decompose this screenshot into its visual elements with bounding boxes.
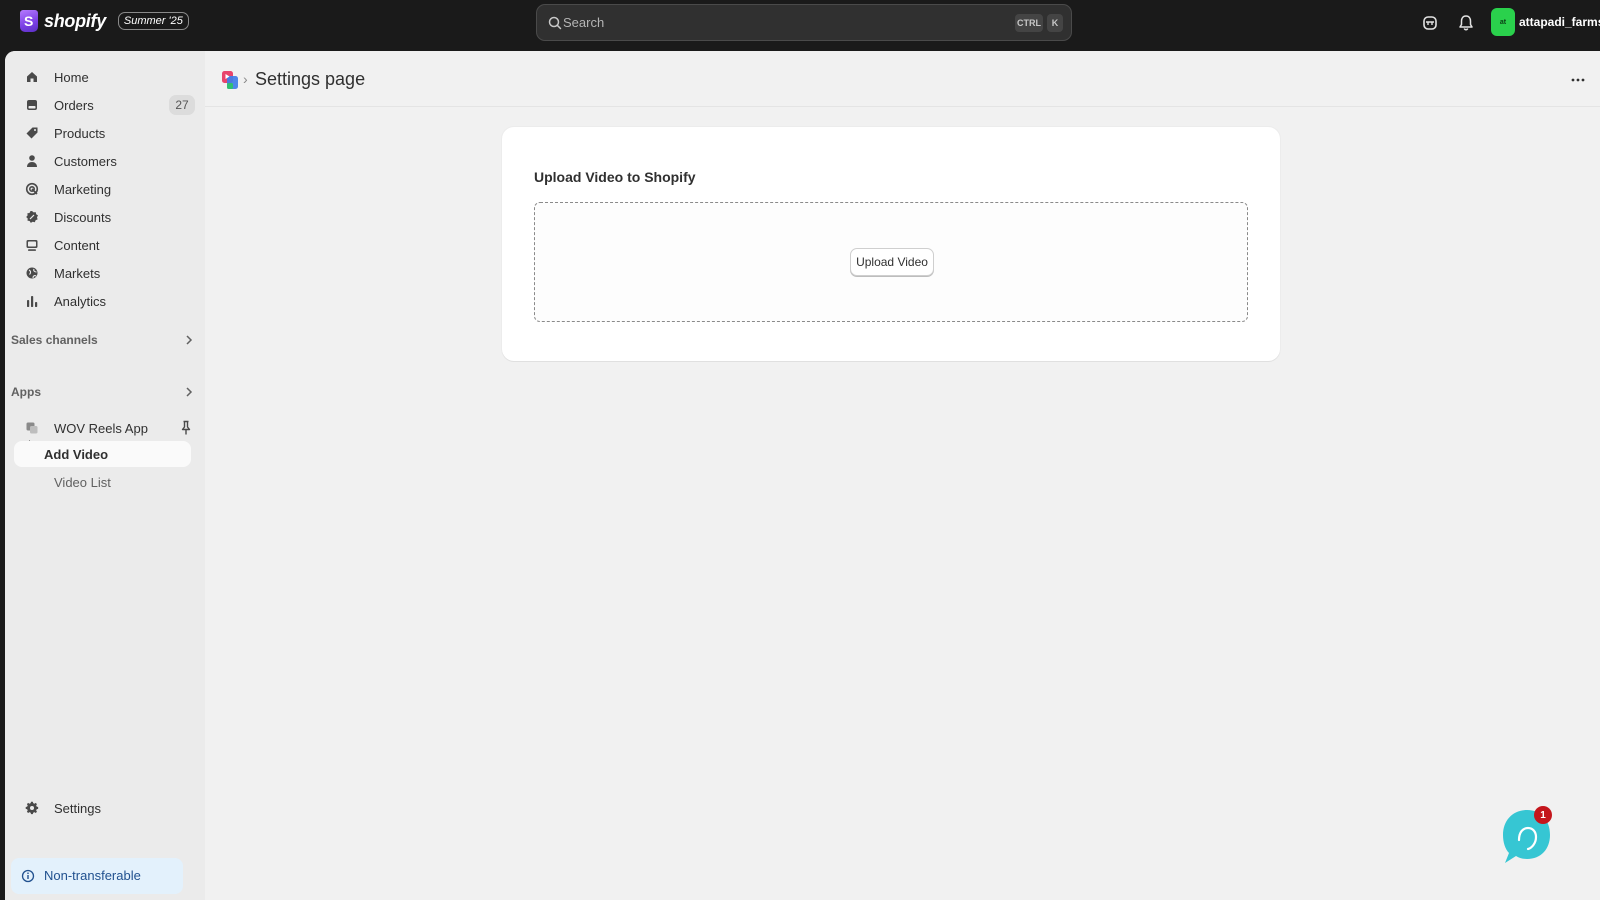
video-dropzone[interactable]: Upload Video	[534, 202, 1248, 322]
upload-video-button[interactable]: Upload Video	[850, 248, 934, 276]
sidebar-item-label: Home	[54, 70, 89, 85]
sidebar-item-label: Orders	[54, 98, 94, 113]
store-icon[interactable]	[1420, 13, 1440, 33]
sidebar-item-discounts[interactable]: Discounts	[15, 204, 199, 230]
search-bar[interactable]: CTRL K	[536, 4, 1072, 41]
sidebar-item-markets[interactable]: Markets	[15, 260, 199, 286]
sidebar-item-products[interactable]: Products	[15, 120, 199, 146]
target-icon	[25, 182, 39, 196]
sidebar-item-label: Analytics	[54, 294, 107, 309]
sidebar-item-orders[interactable]: Orders 27	[15, 92, 199, 118]
page-header: › Settings page	[205, 51, 1600, 107]
sidebar-item-label: Content	[54, 238, 100, 253]
sidebar-item-label: Products	[54, 126, 106, 141]
non-transferable-label: Non-transferable	[44, 868, 141, 883]
home-icon	[27, 72, 37, 82]
orders-icon	[27, 100, 37, 110]
discount-icon	[26, 211, 38, 223]
apps-header[interactable]: Apps	[11, 381, 195, 403]
brand-wordmark: shopify	[44, 10, 106, 31]
chevron-right-icon	[186, 335, 193, 345]
app-name: WOV Reels App	[54, 421, 148, 436]
breadcrumb-separator: ›	[243, 71, 248, 87]
orders-count-badge: 27	[169, 95, 195, 115]
shopify-logo[interactable]: shopify Summer '25	[20, 10, 189, 32]
pin-icon[interactable]	[179, 420, 193, 436]
sidebar-item-video-list[interactable]: Video List	[15, 469, 199, 495]
shopify-bag-icon	[20, 10, 38, 32]
sales-channels-label: Sales channels	[11, 333, 98, 347]
card-title: Upload Video to Shopify	[534, 169, 696, 185]
gear-icon	[25, 801, 39, 815]
sidebar-item-label: Video List	[54, 475, 111, 490]
bar-chart-icon	[27, 296, 38, 307]
account-name: attapadi_farms	[1519, 15, 1600, 29]
person-icon	[27, 155, 37, 167]
sidebar-item-home[interactable]: Home	[15, 64, 199, 90]
chevron-right-icon	[186, 387, 193, 397]
globe-icon	[26, 267, 38, 279]
sidebar-item-label: Discounts	[54, 210, 112, 225]
sales-channels-header[interactable]: Sales channels	[11, 329, 195, 351]
sidebar-item-label: Marketing	[54, 182, 112, 197]
sidebar-item-settings[interactable]: Settings	[15, 795, 199, 821]
non-transferable-banner[interactable]: Non-transferable	[11, 858, 183, 894]
sidebar-item-customers[interactable]: Customers	[15, 148, 199, 174]
info-icon	[21, 869, 35, 883]
sidebar: Home Orders 27 Products Customers Market…	[5, 51, 205, 900]
tag-icon	[26, 127, 38, 139]
account-menu[interactable]: at attapadi_farms	[1491, 8, 1600, 36]
app-logo-icon[interactable]	[221, 70, 239, 90]
sidebar-item-label: Markets	[54, 266, 101, 281]
shortcut-ctrl-key: CTRL	[1015, 14, 1043, 32]
upload-card: Upload Video to Shopify Upload Video	[502, 127, 1280, 361]
search-input[interactable]	[563, 5, 993, 40]
sidebar-item-add-video[interactable]: Add Video	[14, 441, 191, 467]
bell-icon[interactable]	[1456, 13, 1476, 33]
app-icon	[26, 422, 38, 434]
more-actions-icon[interactable]	[1566, 71, 1590, 89]
content-icon	[26, 240, 38, 251]
top-bar: shopify Summer '25 CTRL K at attapadi_fa…	[0, 0, 1600, 50]
search-icon	[548, 16, 562, 30]
sidebar-item-content[interactable]: Content	[15, 232, 199, 258]
sidebar-item-wov-reels-app[interactable]: WOV Reels App	[15, 415, 199, 441]
admin-shell: Home Orders 27 Products Customers Market…	[5, 51, 1600, 900]
shortcut-k-key: K	[1047, 14, 1063, 32]
main-content: › Settings page Upload Video to Shopify …	[205, 51, 1600, 900]
sidebar-item-label: Add Video	[44, 447, 109, 462]
chat-notification-badge: 1	[1534, 806, 1552, 824]
avatar: at	[1491, 8, 1515, 36]
sidebar-item-analytics[interactable]: Analytics	[15, 288, 199, 314]
edition-badge[interactable]: Summer '25	[117, 12, 189, 30]
sidebar-item-label: Customers	[54, 154, 117, 169]
apps-label: Apps	[11, 385, 41, 399]
page-title: Settings page	[255, 69, 366, 89]
sidebar-item-marketing[interactable]: Marketing	[15, 176, 199, 202]
sidebar-item-label: Settings	[54, 801, 101, 816]
